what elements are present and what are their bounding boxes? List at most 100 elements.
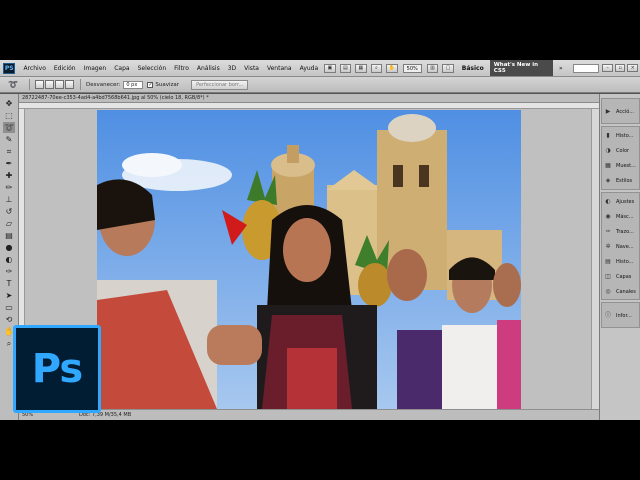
menu-ventana[interactable]: Ventana bbox=[263, 65, 296, 72]
panel-label: Capas bbox=[616, 273, 632, 280]
channels-icon: ◎ bbox=[605, 287, 611, 295]
layers-icon: ◫ bbox=[605, 272, 611, 280]
brush-tool-icon[interactable]: ✏ bbox=[3, 182, 15, 193]
type-tool-icon[interactable]: T bbox=[3, 278, 15, 289]
cs-live-search-input[interactable] bbox=[572, 63, 600, 73]
color-icon: ◑ bbox=[605, 146, 611, 154]
extras-icon[interactable]: ▦ bbox=[355, 63, 367, 73]
screen-mode-icon[interactable]: ▢ bbox=[442, 63, 454, 73]
panel-label: Color bbox=[616, 147, 630, 154]
menu-edicion[interactable]: Edición bbox=[50, 65, 80, 72]
restore-icon[interactable]: ▫ bbox=[614, 64, 626, 72]
document-title: 28722487-70ee-c353-4ad4-a4bd7568b641.jpg… bbox=[22, 95, 209, 101]
pen-tool-icon[interactable]: ✑ bbox=[3, 266, 15, 277]
panel-styles[interactable]: ◈ Estilos bbox=[604, 175, 640, 186]
festival-photo bbox=[97, 110, 521, 409]
hand-icon[interactable]: ✋ bbox=[386, 63, 398, 73]
arrange-documents-icon[interactable]: ▥ bbox=[426, 63, 439, 73]
minibridge-icon[interactable]: ▤ bbox=[339, 63, 352, 73]
panel-swatches[interactable]: ▦ Muest... bbox=[604, 160, 640, 171]
panel-layers[interactable]: ◫ Capas bbox=[604, 271, 640, 282]
menu-capa[interactable]: Capa bbox=[110, 65, 133, 72]
panel-color[interactable]: ◑ Color bbox=[604, 145, 640, 156]
move-tool-icon[interactable]: ✥ bbox=[3, 98, 15, 109]
canvas-area[interactable] bbox=[19, 103, 599, 409]
shape-tool-icon[interactable]: ▭ bbox=[3, 302, 15, 313]
menu-seleccion[interactable]: Selección bbox=[134, 65, 171, 72]
panel-actions[interactable]: ▶ Acció... bbox=[604, 106, 640, 117]
paths-icon: ✑ bbox=[605, 227, 611, 235]
menu-filtro[interactable]: Filtro bbox=[170, 65, 193, 72]
antialias-checkbox[interactable]: ✓ bbox=[147, 81, 154, 88]
lasso-tool-icon[interactable]: ➰ bbox=[3, 122, 15, 133]
panel-label: Muest... bbox=[616, 162, 636, 169]
document-tab[interactable]: 28722487-70ee-c353-4ad4-a4bd7568b641.jpg… bbox=[19, 94, 599, 103]
panel-label: Másc... bbox=[616, 213, 634, 220]
panel-masks[interactable]: ◉ Másc... bbox=[604, 211, 640, 222]
lasso-tool-preset-icon[interactable]: ➰ bbox=[6, 79, 20, 90]
menu-analisis[interactable]: Análisis bbox=[193, 65, 224, 72]
panel-history[interactable]: ▤ Histo... bbox=[604, 256, 640, 267]
panel-label: Nave... bbox=[616, 243, 634, 250]
panel-group-info: ⓘ Infor... bbox=[601, 302, 640, 328]
quick-selection-tool-icon[interactable]: ✎ bbox=[3, 134, 15, 145]
status-bar: 50% Doc: 7,39 M/35,4 MB bbox=[19, 409, 599, 420]
options-divider bbox=[29, 79, 30, 90]
feather-input[interactable]: 0 px bbox=[123, 80, 144, 89]
subtract-selection-icon[interactable] bbox=[55, 80, 64, 89]
minimize-icon[interactable]: – bbox=[602, 64, 613, 72]
panel-histogram[interactable]: ▮ Histo... bbox=[604, 130, 640, 141]
healing-brush-tool-icon[interactable]: ✚ bbox=[3, 170, 15, 181]
menu-vista[interactable]: Vista bbox=[240, 65, 263, 72]
menu-archivo[interactable]: Archivo bbox=[19, 65, 49, 72]
bridge-icon[interactable]: ▣ bbox=[324, 63, 336, 73]
add-to-selection-icon[interactable] bbox=[45, 80, 54, 89]
new-selection-icon[interactable] bbox=[35, 80, 44, 89]
panel-info[interactable]: ⓘ Infor... bbox=[604, 310, 640, 321]
document-canvas-image[interactable] bbox=[97, 110, 521, 409]
vertical-scrollbar[interactable] bbox=[591, 109, 599, 409]
play-icon: ▶ bbox=[605, 107, 611, 115]
options-bar: ➰ Desvanecer: 0 px ✓ Suavizar Perfeccion… bbox=[0, 77, 640, 93]
eraser-tool-icon[interactable]: ▱ bbox=[3, 218, 15, 229]
history-brush-tool-icon[interactable]: ↺ bbox=[3, 206, 15, 217]
menu-bar: PS Archivo Edición Imagen Capa Selección… bbox=[0, 60, 640, 77]
adjustments-icon: ◐ bbox=[605, 197, 611, 205]
panel-label: Histo... bbox=[616, 258, 634, 265]
clone-stamp-tool-icon[interactable]: ⊥ bbox=[3, 194, 15, 205]
workspace-more-icon[interactable]: » bbox=[559, 65, 563, 72]
ruler-horizontal bbox=[19, 103, 599, 109]
panel-group-color: ▮ Histo... ◑ Color ▦ Muest... ◈ Estilos bbox=[601, 126, 640, 190]
refine-edge-button[interactable]: Perfeccionar borr... bbox=[191, 79, 249, 90]
path-selection-tool-icon[interactable]: ➤ bbox=[3, 290, 15, 301]
gradient-tool-icon[interactable]: ▤ bbox=[3, 230, 15, 241]
app-logo[interactable]: PS bbox=[3, 62, 16, 74]
panel-adjustments[interactable]: ◐ Ajustes bbox=[604, 196, 640, 207]
zoom-level-field[interactable]: 50% bbox=[402, 63, 422, 73]
menu-ayuda[interactable]: Ayuda bbox=[296, 65, 323, 72]
menu-3d[interactable]: 3D bbox=[224, 65, 240, 72]
panel-label: Infor... bbox=[616, 312, 632, 319]
intersect-selection-icon[interactable] bbox=[65, 80, 74, 89]
workspace-basic[interactable]: Básico bbox=[456, 65, 490, 72]
close-icon[interactable]: × bbox=[627, 64, 639, 72]
options-divider bbox=[80, 79, 81, 90]
menu-imagen[interactable]: Imagen bbox=[80, 65, 111, 72]
navigator-icon: ✲ bbox=[605, 242, 611, 250]
crop-tool-icon[interactable]: ⌗ bbox=[3, 146, 15, 157]
masks-icon: ◉ bbox=[605, 212, 611, 220]
antialias-label: Suavizar bbox=[155, 81, 180, 88]
marquee-tool-icon[interactable]: ⬚ bbox=[3, 110, 15, 121]
eyedropper-tool-icon[interactable]: ✒ bbox=[3, 158, 15, 169]
3d-rotate-tool-icon[interactable]: ⟲ bbox=[3, 314, 15, 325]
panel-label: Histo... bbox=[616, 132, 634, 139]
blur-tool-icon[interactable]: ● bbox=[3, 242, 15, 253]
feather-label: Desvanecer: bbox=[86, 81, 121, 88]
zoom-icon[interactable]: ⌕ bbox=[370, 63, 383, 73]
dodge-tool-icon[interactable]: ◐ bbox=[3, 254, 15, 265]
workspace-whats-new[interactable]: What's New in CS5 bbox=[489, 60, 553, 76]
panel-navigator[interactable]: ✲ Nave... bbox=[604, 241, 640, 252]
panel-channels[interactable]: ◎ Canales bbox=[604, 286, 640, 297]
panel-label: Acció... bbox=[616, 108, 634, 115]
panel-paths[interactable]: ✑ Trazo... bbox=[604, 226, 640, 237]
